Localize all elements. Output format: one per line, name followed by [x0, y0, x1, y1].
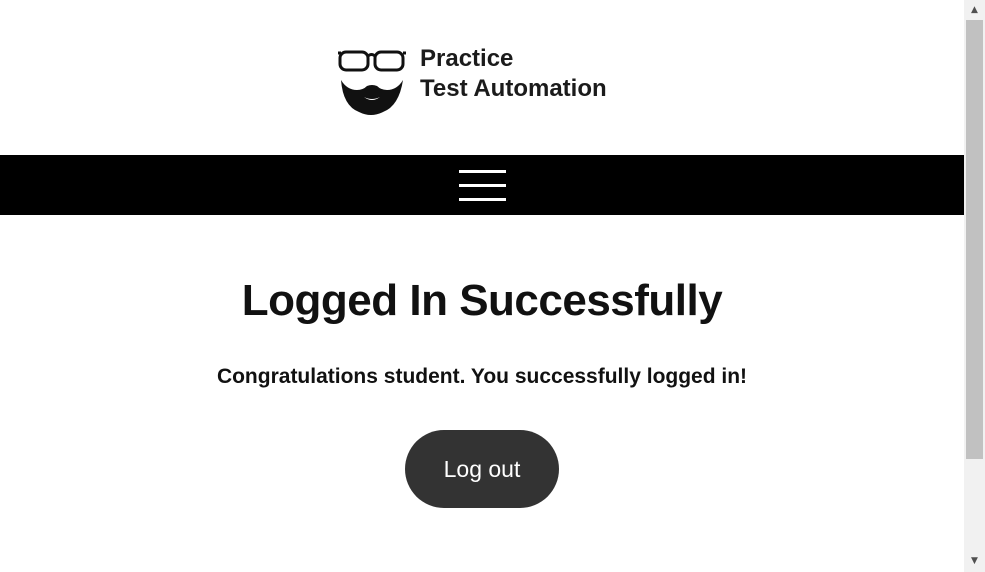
page-title: Logged In Successfully	[241, 276, 723, 325]
logo-text-line2: Test Automation	[420, 75, 607, 102]
logout-button[interactable]: Log out	[405, 430, 559, 508]
site-logo[interactable]: Practice Test Automation	[337, 44, 637, 120]
glasses-beard-logo-icon	[338, 50, 406, 115]
scrollbar-thumb[interactable]	[966, 20, 983, 459]
logo-text-line1: Practice	[420, 45, 514, 72]
hamburger-bar-bottom	[459, 198, 506, 201]
nav-bar	[0, 155, 964, 215]
hamburger-menu-icon[interactable]	[459, 169, 506, 202]
vertical-scrollbar[interactable]: ▲ ▼	[964, 0, 985, 572]
scroll-down-arrow-icon[interactable]: ▼	[964, 553, 985, 570]
scroll-up-arrow-icon[interactable]: ▲	[964, 2, 985, 19]
hamburger-bar-middle	[459, 184, 506, 187]
hamburger-bar-top	[459, 170, 506, 173]
success-message: Congratulations student. You successfull…	[216, 365, 748, 388]
page: Practice Test Automation Logged In Succe…	[0, 0, 964, 572]
